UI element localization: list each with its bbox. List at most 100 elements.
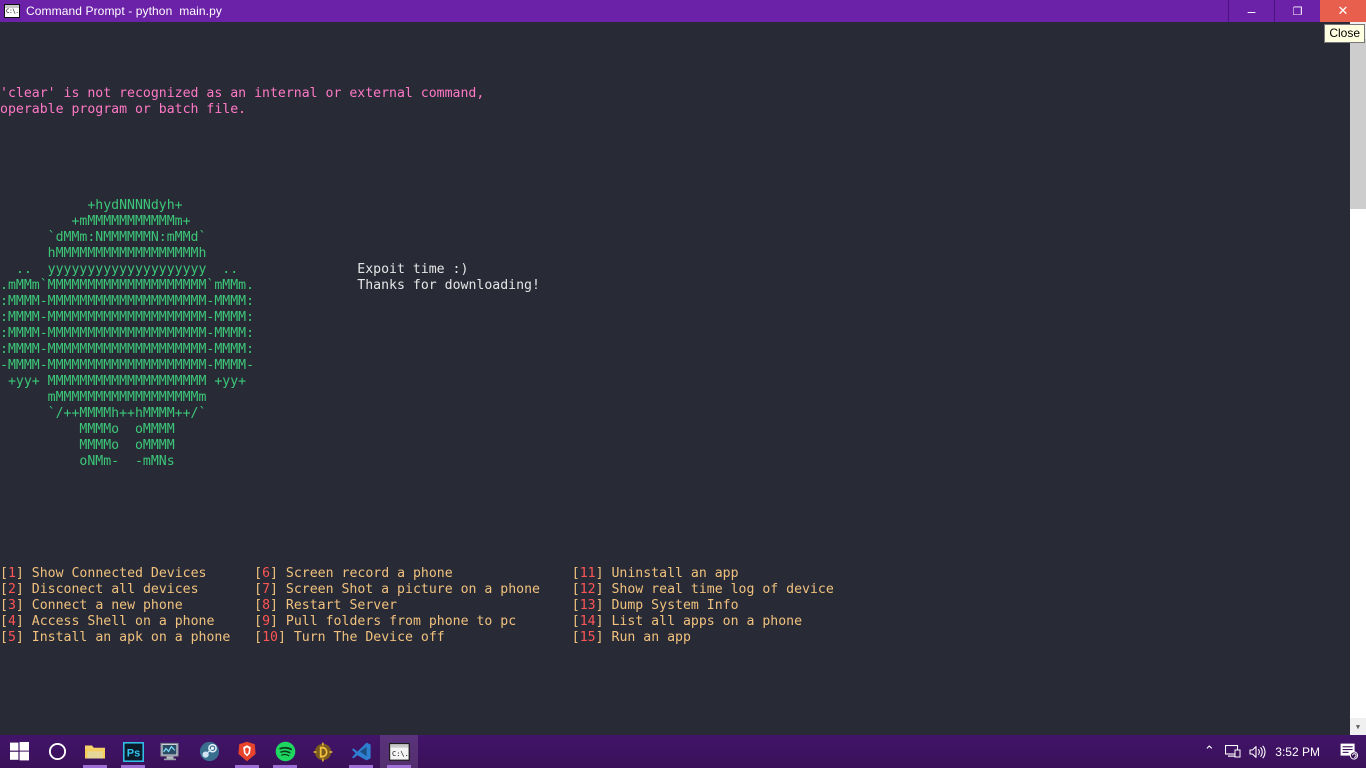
close-tooltip: Close <box>1324 24 1365 43</box>
speaker-icon[interactable] <box>1245 735 1269 768</box>
menu-row: [3] Connect a new phone [8] Restart Serv… <box>0 598 1350 614</box>
terminal-output[interactable]: 'clear' is not recognized as an internal… <box>0 22 1350 735</box>
menu-item-key: 11 <box>580 566 596 581</box>
menu-item[interactable]: [5] Install an apk on a phone <box>0 630 230 645</box>
menu-item-key: 4 <box>8 614 16 629</box>
windows-logo-icon <box>10 742 29 761</box>
taskbar-item-photoshop[interactable]: Ps <box>114 735 152 768</box>
taskbar-clock[interactable]: 3:52 PM <box>1269 745 1332 759</box>
menu-item-key: 13 <box>580 598 596 613</box>
menu-item-key: 9 <box>262 614 270 629</box>
error-line: operable program or batch file. <box>0 102 1350 118</box>
menu-options[interactable]: [1] Show Connected Devices [6] Screen re… <box>0 566 1350 646</box>
svg-text:C:\.: C:\. <box>392 749 409 757</box>
taskbar-item-file-explorer[interactable] <box>76 735 114 768</box>
ascii-art-line: :MMMM-MMMMMMMMMMMMMMMMMMMM-MMMM: <box>0 310 1350 326</box>
taskbar-item-cortana-search[interactable] <box>38 735 76 768</box>
ascii-art-line: MMMMo oMMMM <box>0 422 1350 438</box>
menu-item[interactable]: [6] Screen record a phone <box>254 566 453 581</box>
ascii-art-line: mMMMMMMMMMMMMMMMMMMm <box>0 390 1350 406</box>
ascii-art-line: :MMMM-MMMMMMMMMMMMMMMMMMMM-MMMM: <box>0 342 1350 358</box>
menu-item-label: Dump System Info <box>604 598 739 613</box>
console-icon <box>4 4 20 18</box>
taskbar-item-spotify[interactable] <box>266 735 304 768</box>
menu-item-label: List all apps on a phone <box>604 614 803 629</box>
photoshop-icon: Ps <box>123 742 144 762</box>
menu-row: [4] Access Shell on a phone [9] Pull fol… <box>0 614 1350 630</box>
steam-icon <box>199 741 220 762</box>
menu-item[interactable]: [8] Restart Server <box>254 598 397 613</box>
menu-item-key: 3 <box>8 598 16 613</box>
ascii-art-line: -MMMM-MMMMMMMMMMMMMMMMMMMM-MMMM- <box>0 358 1350 374</box>
close-button[interactable]: ✕ <box>1320 0 1366 22</box>
menu-item[interactable]: [15] Run an app <box>572 630 691 645</box>
ascii-art-line: +mMMMMMMMMMMMm+ <box>0 214 1350 230</box>
menu-item[interactable]: [13] Dump System Info <box>572 598 739 613</box>
window-title-bar[interactable]: Command Prompt - python main.py – ❐ ✕ <box>0 0 1366 22</box>
menu-item[interactable]: [12] Show real time log of device <box>572 582 834 597</box>
error-message: 'clear' is not recognized as an internal… <box>0 86 1350 118</box>
scroll-down-arrow[interactable]: ▼ <box>1350 718 1366 735</box>
menu-item[interactable]: [9] Pull folders from phone to pc <box>254 614 516 629</box>
taskbar-item-command-prompt[interactable]: C:\. <box>380 735 418 768</box>
menu-item-label: Turn The Device off <box>286 630 445 645</box>
menu-item-key: 10 <box>262 630 278 645</box>
taskbar-item-visual-studio-code[interactable] <box>342 735 380 768</box>
menu-item-label: Uninstall an app <box>604 566 739 581</box>
banner-region: +hydNNNNdyh+ +mMMMMMMMMMMMm+ `dMMm:NMMMM… <box>0 182 1350 502</box>
menu-item[interactable]: [7] Screen Shot a picture on a phone <box>254 582 540 597</box>
scrollbar-thumb[interactable] <box>1350 39 1366 209</box>
vertical-scrollbar[interactable]: ▲ ▼ <box>1350 22 1366 735</box>
menu-item[interactable]: [14] List all apps on a phone <box>572 614 802 629</box>
taskbar-item-discord[interactable] <box>304 735 342 768</box>
ascii-art-line: .. yyyyyyyyyyyyyyyyyyyy .. Expoit time :… <box>0 262 1350 278</box>
monitor-icon <box>160 742 182 761</box>
menu-item-key: 1 <box>8 566 16 581</box>
show-hidden-icons-chevron[interactable]: ⌃ <box>1197 735 1221 768</box>
window-controls: – ❐ ✕ <box>1228 0 1366 22</box>
menu-item[interactable]: [3] Connect a new phone <box>0 598 183 613</box>
menu-item[interactable]: [1] Show Connected Devices <box>0 566 206 581</box>
notification-icon[interactable] <box>1332 735 1366 768</box>
svg-text:Ps: Ps <box>126 747 139 759</box>
menu-item-key: 7 <box>262 582 270 597</box>
ascii-art-line: .mMMm`MMMMMMMMMMMMMMMMMMMM`mMMm. Thanks … <box>0 278 1350 294</box>
menu-item-key: 12 <box>580 582 596 597</box>
menu-item-key: 2 <box>8 582 16 597</box>
ascii-art-line: +yy+ MMMMMMMMMMMMMMMMMMMM +yy+ <box>0 374 1350 390</box>
taskbar: Ps C:\. ⌃ 3:52 PM <box>0 735 1366 768</box>
ascii-art-line: +hydNNNNdyh+ <box>0 198 1350 214</box>
spotify-icon <box>275 741 296 762</box>
menu-row: [1] Show Connected Devices [6] Screen re… <box>0 566 1350 582</box>
menu-row: [5] Install an apk on a phone [10] Turn … <box>0 630 1350 646</box>
menu-item-key: 6 <box>262 566 270 581</box>
menu-item-key: 15 <box>580 630 596 645</box>
menu-item-label: Show real time log of device <box>604 582 834 597</box>
menu-item[interactable]: [2] Disconect all devices <box>0 582 199 597</box>
taskbar-item-system-monitor[interactable] <box>152 735 190 768</box>
monitor-network-icon[interactable] <box>1221 735 1245 768</box>
taskbar-item-brave-browser[interactable] <box>228 735 266 768</box>
circle-icon <box>48 742 67 761</box>
menu-item-label: Pull folders from phone to pc <box>278 614 516 629</box>
menu-row: [2] Disconect all devices [7] Screen Sho… <box>0 582 1350 598</box>
menu-item-label: Screen Shot a picture on a phone <box>278 582 540 597</box>
minimize-button[interactable]: – <box>1228 0 1274 22</box>
menu-item-label: Screen record a phone <box>278 566 453 581</box>
vscode-icon <box>351 741 372 762</box>
menu-item-label: Run an app <box>604 630 691 645</box>
ascii-art-line: :MMMM-MMMMMMMMMMMMMMMMMMMM-MMMM: <box>0 294 1350 310</box>
system-tray: ⌃ 3:52 PM <box>1197 735 1366 768</box>
menu-item[interactable]: [10] Turn The Device off <box>254 630 445 645</box>
maximize-button[interactable]: ❐ <box>1274 0 1320 22</box>
folder-icon <box>84 742 106 761</box>
menu-item[interactable]: [4] Access Shell on a phone <box>0 614 214 629</box>
taskbar-item-start-button[interactable] <box>0 735 38 768</box>
exit-option[interactable]: [99] Exit <box>0 710 1350 735</box>
desktop: Command Prompt - python main.py – ❐ ✕ Cl… <box>0 0 1366 768</box>
ascii-art-line: hMMMMMMMMMMMMMMMMMMh <box>0 246 1350 262</box>
menu-item[interactable]: [11] Uninstall an app <box>572 566 739 581</box>
ascii-art-line: oNMm- -mMNs <box>0 454 1350 470</box>
taskbar-item-steam[interactable] <box>190 735 228 768</box>
menu-item-key: 8 <box>262 598 270 613</box>
